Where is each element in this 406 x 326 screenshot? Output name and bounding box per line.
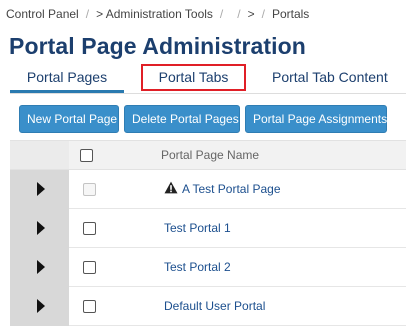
warning-icon	[164, 181, 178, 194]
grid-header: Portal Page Name	[10, 140, 406, 170]
row-checkbox[interactable]	[83, 222, 96, 235]
tab-portal-pages[interactable]: Portal Pages	[10, 63, 124, 93]
toolbar: New Portal Page Delete Portal Pages Port…	[19, 105, 387, 133]
breadcrumb-separator: /	[219, 7, 224, 21]
breadcrumb: Control Panel / > Administration Tools /…	[0, 0, 406, 28]
expand-arrow-icon	[37, 221, 45, 235]
table-row: Test Portal 2	[10, 248, 406, 287]
page-title: Portal Page Administration	[9, 33, 306, 59]
portal-page-link[interactable]: Test Portal 1	[164, 209, 231, 248]
new-portal-page-button[interactable]: New Portal Page	[19, 105, 119, 133]
select-all-checkbox[interactable]	[80, 149, 93, 162]
breadcrumb-portals: Portals	[271, 7, 310, 21]
row-expander[interactable]	[10, 287, 69, 326]
tab-portal-tab-content[interactable]: Portal Tab Content	[262, 63, 406, 93]
row-expander[interactable]	[10, 209, 69, 248]
portal-page-link[interactable]: Default User Portal	[164, 287, 265, 326]
table-row: Test Portal 1	[10, 209, 406, 248]
breadcrumb-chevron[interactable]: >	[248, 7, 255, 21]
expander-column-header	[10, 141, 69, 169]
portal-pages-grid: Portal Page Name A Test Portal Page Test…	[10, 140, 406, 326]
row-expander[interactable]	[10, 170, 69, 209]
expand-arrow-icon	[37, 260, 45, 274]
breadcrumb-separator: /	[261, 7, 265, 21]
tab-portal-tabs[interactable]: Portal Tabs	[141, 64, 246, 91]
breadcrumb-separator: /	[237, 7, 241, 21]
expand-arrow-icon	[37, 182, 45, 196]
portal-page-assignments-button[interactable]: Portal Page Assignments	[245, 105, 387, 133]
row-checkbox	[83, 183, 96, 196]
delete-portal-pages-button[interactable]: Delete Portal Pages	[124, 105, 240, 133]
column-header-portal-page-name[interactable]: Portal Page Name	[161, 141, 259, 169]
portal-page-link[interactable]: A Test Portal Page	[164, 170, 281, 209]
portal-page-name: A Test Portal Page	[182, 182, 281, 196]
row-expander[interactable]	[10, 248, 69, 287]
tab-bar: Portal Pages Portal Tabs Portal Tab Cont…	[0, 63, 406, 93]
tab-divider	[10, 93, 406, 94]
breadcrumb-control-panel[interactable]: Control Panel	[6, 7, 79, 21]
row-checkbox[interactable]	[83, 261, 96, 274]
table-row: Default User Portal	[10, 287, 406, 326]
breadcrumb-administration-tools[interactable]: > Administration Tools	[96, 7, 213, 21]
row-checkbox[interactable]	[83, 300, 96, 313]
table-row: A Test Portal Page	[10, 170, 406, 209]
portal-page-link[interactable]: Test Portal 2	[164, 248, 231, 287]
expand-arrow-icon	[37, 299, 45, 313]
breadcrumb-separator: /	[85, 7, 90, 21]
